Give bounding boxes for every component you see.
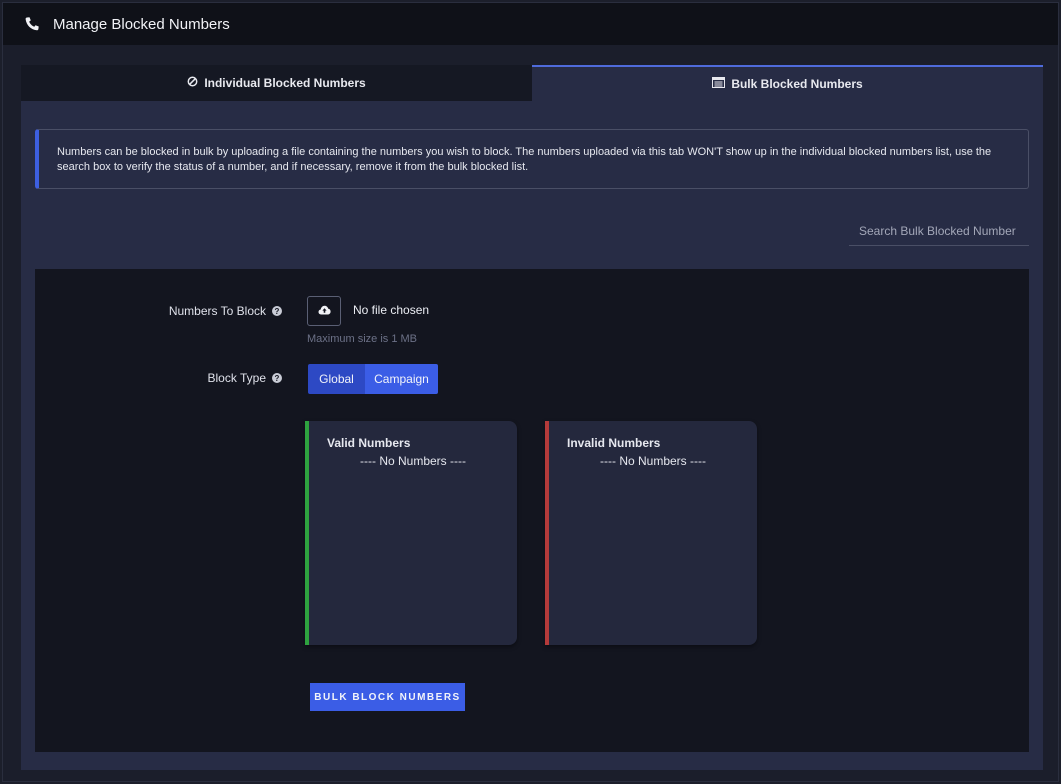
block-type-label: Block Type: [207, 371, 266, 385]
invalid-numbers-empty: ---- No Numbers ----: [600, 454, 706, 468]
max-size-hint: Maximum size is 1 MB: [307, 333, 418, 345]
tab-label: Bulk Blocked Numbers: [731, 77, 863, 91]
tab-individual-blocked-numbers[interactable]: Individual Blocked Numbers: [21, 65, 532, 101]
info-alert: Numbers can be blocked in bulk by upload…: [35, 129, 1029, 189]
help-icon[interactable]: ?: [272, 306, 282, 316]
page-title: Manage Blocked Numbers: [53, 15, 230, 33]
invalid-numbers-card: Invalid Numbers ---- No Numbers ----: [545, 421, 757, 645]
cloud-upload-icon: [318, 302, 331, 320]
block-type-toggle: Global Campaign: [308, 364, 438, 394]
numbers-to-block-label: Numbers To Block: [168, 304, 266, 318]
upload-form: Numbers To Block ? No file chosen Maximu…: [35, 269, 1029, 752]
list-icon: [712, 77, 726, 91]
ban-icon: [187, 76, 198, 90]
file-status-text: No file chosen: [353, 303, 430, 317]
search-bulk-blocked-input[interactable]: [849, 217, 1029, 246]
bulk-panel: Numbers can be blocked in bulk by upload…: [21, 101, 1043, 770]
help-icon[interactable]: ?: [272, 373, 282, 383]
valid-numbers-title: Valid Numbers: [327, 436, 411, 450]
app-frame: Manage Blocked Numbers Individual Blocke…: [2, 2, 1059, 782]
bulk-block-numbers-button[interactable]: BULK BLOCK NUMBERS: [310, 683, 465, 711]
tab-label: Individual Blocked Numbers: [204, 76, 366, 90]
tab-bulk-blocked-numbers[interactable]: Bulk Blocked Numbers: [532, 65, 1043, 101]
phone-icon: [23, 15, 41, 33]
block-type-global-button[interactable]: Global: [308, 364, 365, 394]
block-type-campaign-button[interactable]: Campaign: [365, 364, 438, 394]
numbers-to-block-label-row: Numbers To Block ?: [165, 304, 282, 318]
tab-bar: Individual Blocked Numbers Bulk Blocked …: [21, 65, 1043, 101]
valid-numbers-empty: ---- No Numbers ----: [360, 454, 466, 468]
page-header: Manage Blocked Numbers: [3, 3, 1058, 45]
valid-numbers-card: Valid Numbers ---- No Numbers ----: [305, 421, 517, 645]
invalid-numbers-title: Invalid Numbers: [567, 436, 661, 450]
file-upload-button[interactable]: [307, 296, 341, 326]
block-type-label-row: Block Type ?: [165, 371, 282, 385]
